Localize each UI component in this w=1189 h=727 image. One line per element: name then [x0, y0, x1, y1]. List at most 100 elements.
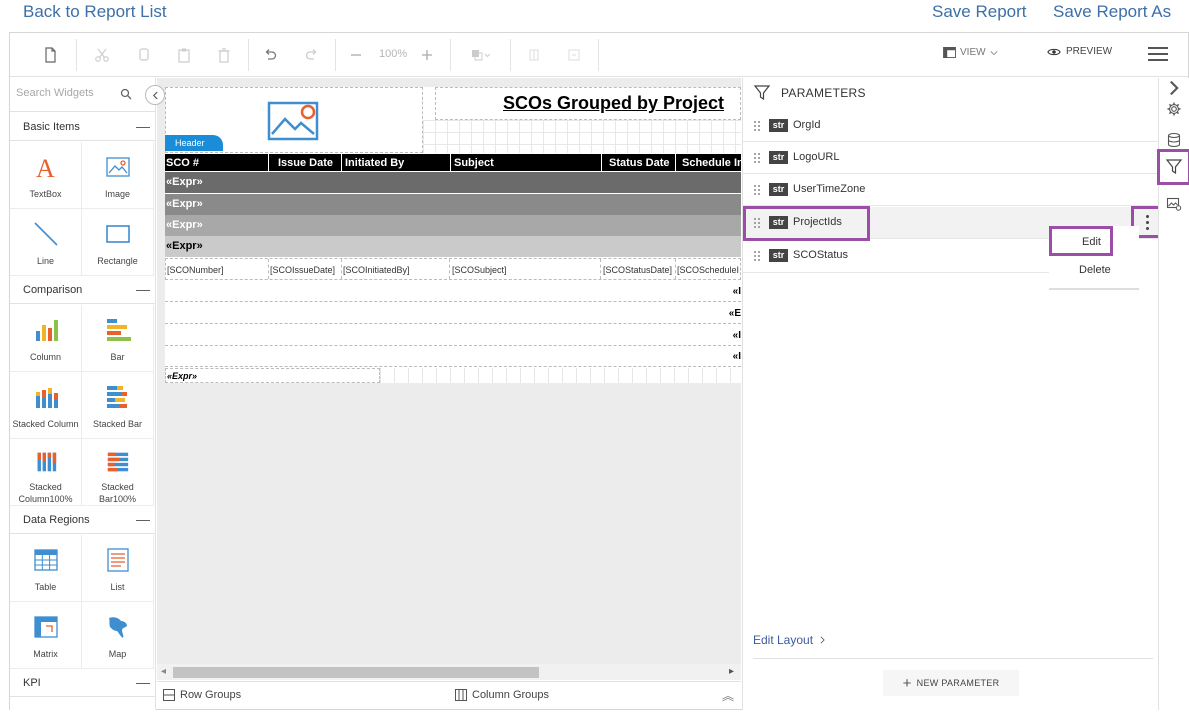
copy-icon[interactable]	[132, 43, 156, 67]
expand-panel-icon[interactable]	[1164, 78, 1184, 98]
category-comparison[interactable]: Comparison —	[10, 276, 155, 304]
align-icon[interactable]	[522, 43, 546, 67]
scroll-right-icon[interactable]: ▸	[729, 666, 734, 677]
undo-icon[interactable]	[258, 43, 282, 67]
widget-search[interactable]: Search Widgets	[10, 78, 155, 112]
column-groups-button[interactable]: Column Groups	[455, 689, 549, 701]
widget-bar[interactable]: Bar	[82, 305, 154, 372]
widget-table[interactable]: Table	[10, 535, 82, 602]
gear-icon[interactable]	[1164, 99, 1184, 119]
drag-handle-icon[interactable]	[753, 184, 761, 196]
edit-menu-item[interactable]: Edit	[1049, 226, 1113, 256]
widget-column[interactable]: Column	[10, 305, 82, 372]
zoom-in-icon[interactable]	[415, 43, 439, 67]
group-row[interactable]: «Expr»	[165, 236, 741, 257]
save-report-as-link[interactable]: Save Report As	[1053, 2, 1171, 22]
top-link-bar: Back to Report List Save Report Save Rep…	[0, 0, 1189, 30]
category-data-regions[interactable]: Data Regions —	[10, 506, 155, 534]
new-document-icon[interactable]	[38, 43, 62, 67]
group-row[interactable]: «Expr»	[165, 215, 741, 236]
category-kpi[interactable]: KPI —	[10, 669, 155, 697]
report-body[interactable]: SCOs Grouped by Project Header SCO # Iss…	[165, 87, 741, 383]
parameter-row[interactable]: str OrgId	[743, 110, 1158, 142]
group-footer-row[interactable]: «I	[165, 346, 741, 367]
save-report-link[interactable]: Save Report	[932, 2, 1027, 22]
widget-list[interactable]: List	[82, 535, 154, 602]
widget-matrix[interactable]: Matrix	[10, 602, 82, 669]
detail-cell[interactable]: [SCOIssueDate]	[270, 265, 342, 275]
column-header[interactable]: Initiated By	[345, 157, 404, 169]
column-header[interactable]: SCO #	[166, 157, 199, 169]
widget-rectangle[interactable]: Rectangle	[82, 209, 154, 276]
widget-map[interactable]: Map	[82, 602, 154, 669]
column-header[interactable]: Schedule In	[682, 157, 741, 169]
detail-cell[interactable]: [SCONumber]	[167, 265, 267, 275]
widget-textbox[interactable]: A TextBox	[10, 142, 82, 209]
row-groups-button[interactable]: Row Groups	[163, 689, 241, 701]
detail-cell[interactable]: [SCOScheduleI	[677, 265, 741, 275]
drag-handle-icon[interactable]	[753, 152, 761, 164]
search-icon[interactable]	[120, 88, 132, 100]
design-canvas[interactable]: SCOs Grouped by Project Header SCO # Iss…	[157, 78, 741, 664]
back-to-report-list-link[interactable]: Back to Report List	[23, 2, 167, 22]
widget-line[interactable]: Line	[10, 209, 82, 276]
group-footer-row[interactable]: «I	[165, 281, 741, 302]
widget-stacked-column100[interactable]: Stacked Column100%	[10, 439, 82, 506]
zoom-out-icon[interactable]	[344, 43, 368, 67]
parameter-row[interactable]: str UserTimeZone	[743, 174, 1158, 206]
header-section-tab[interactable]: Header	[165, 135, 223, 151]
new-parameter-button[interactable]: + NEW PARAMETER	[883, 670, 1019, 696]
group-footer-row[interactable]: «I	[165, 325, 741, 346]
drag-handle-icon[interactable]	[753, 250, 761, 262]
scrollbar-thumb[interactable]	[173, 667, 539, 678]
collapse-widgets-button[interactable]	[145, 85, 165, 105]
delete-menu-item[interactable]: Delete	[1049, 264, 1139, 276]
category-basic-items[interactable]: Basic Items —	[10, 113, 155, 141]
detail-cell[interactable]: [SCOInitiatedBy]	[343, 265, 449, 275]
arrange-icon[interactable]	[466, 43, 496, 67]
distribute-icon[interactable]	[562, 43, 586, 67]
parameters-filter-button[interactable]	[1157, 149, 1189, 185]
scroll-left-icon[interactable]: ◂	[161, 666, 166, 677]
param-type-badge: str	[769, 249, 788, 262]
collapse-category-icon[interactable]: —	[136, 281, 150, 297]
delete-icon[interactable]	[212, 43, 236, 67]
column-header[interactable]: Status Date	[609, 157, 670, 169]
view-dropdown[interactable]: VIEW	[943, 47, 998, 58]
database-icon[interactable]	[1164, 130, 1184, 150]
preview-button[interactable]: PREVIEW	[1047, 46, 1112, 57]
collapse-category-icon[interactable]: —	[136, 511, 150, 527]
chevron-down-icon	[990, 50, 998, 55]
widget-stacked-bar[interactable]: Stacked Bar	[82, 372, 154, 439]
group-row[interactable]: «Expr»	[165, 172, 741, 193]
menu-icon[interactable]	[1148, 47, 1168, 63]
widget-stacked-column[interactable]: Stacked Column	[10, 372, 82, 439]
expand-groups-icon[interactable]: ︽	[722, 687, 734, 704]
paste-icon[interactable]	[172, 43, 196, 67]
redo-icon[interactable]	[300, 43, 324, 67]
cut-icon[interactable]	[90, 43, 114, 67]
detail-cell[interactable]: [SCOStatusDate]	[603, 265, 676, 275]
column-header[interactable]: Subject	[454, 157, 494, 169]
canvas-horizontal-scrollbar[interactable]: ◂ ▸	[157, 664, 741, 680]
zoom-level: 100%	[379, 48, 408, 60]
edit-layout-link[interactable]: Edit Layout	[753, 633, 826, 647]
group-row[interactable]: «Expr»	[165, 194, 741, 215]
widget-stacked-bar100[interactable]: Stacked Bar100%	[82, 439, 154, 506]
param-name: SCOStatus	[793, 249, 849, 261]
collapse-category-icon[interactable]: —	[136, 674, 150, 690]
group-footer-row[interactable]: «E	[165, 303, 741, 324]
detail-row[interactable]: [SCONumber] [SCOIssueDate] [SCOInitiated…	[165, 258, 741, 280]
parameter-row[interactable]: str LogoURL	[743, 142, 1158, 174]
column-header[interactable]: Issue Date	[278, 157, 333, 169]
report-title[interactable]: SCOs Grouped by Project	[503, 93, 724, 114]
page-footer-expression[interactable]: «Expr»	[165, 368, 380, 383]
detail-cell[interactable]: [SCOSubject]	[452, 265, 600, 275]
widget-image[interactable]: Image	[82, 142, 154, 209]
table-header-row[interactable]: SCO # Issue Date Initiated By Subject St…	[165, 154, 741, 171]
drag-handle-icon[interactable]	[753, 120, 761, 132]
collapse-category-icon[interactable]: —	[136, 118, 150, 134]
image-settings-icon[interactable]	[1164, 194, 1184, 214]
widget-search-input[interactable]: Search Widgets	[16, 87, 94, 99]
column-chart-icon	[35, 320, 58, 341]
